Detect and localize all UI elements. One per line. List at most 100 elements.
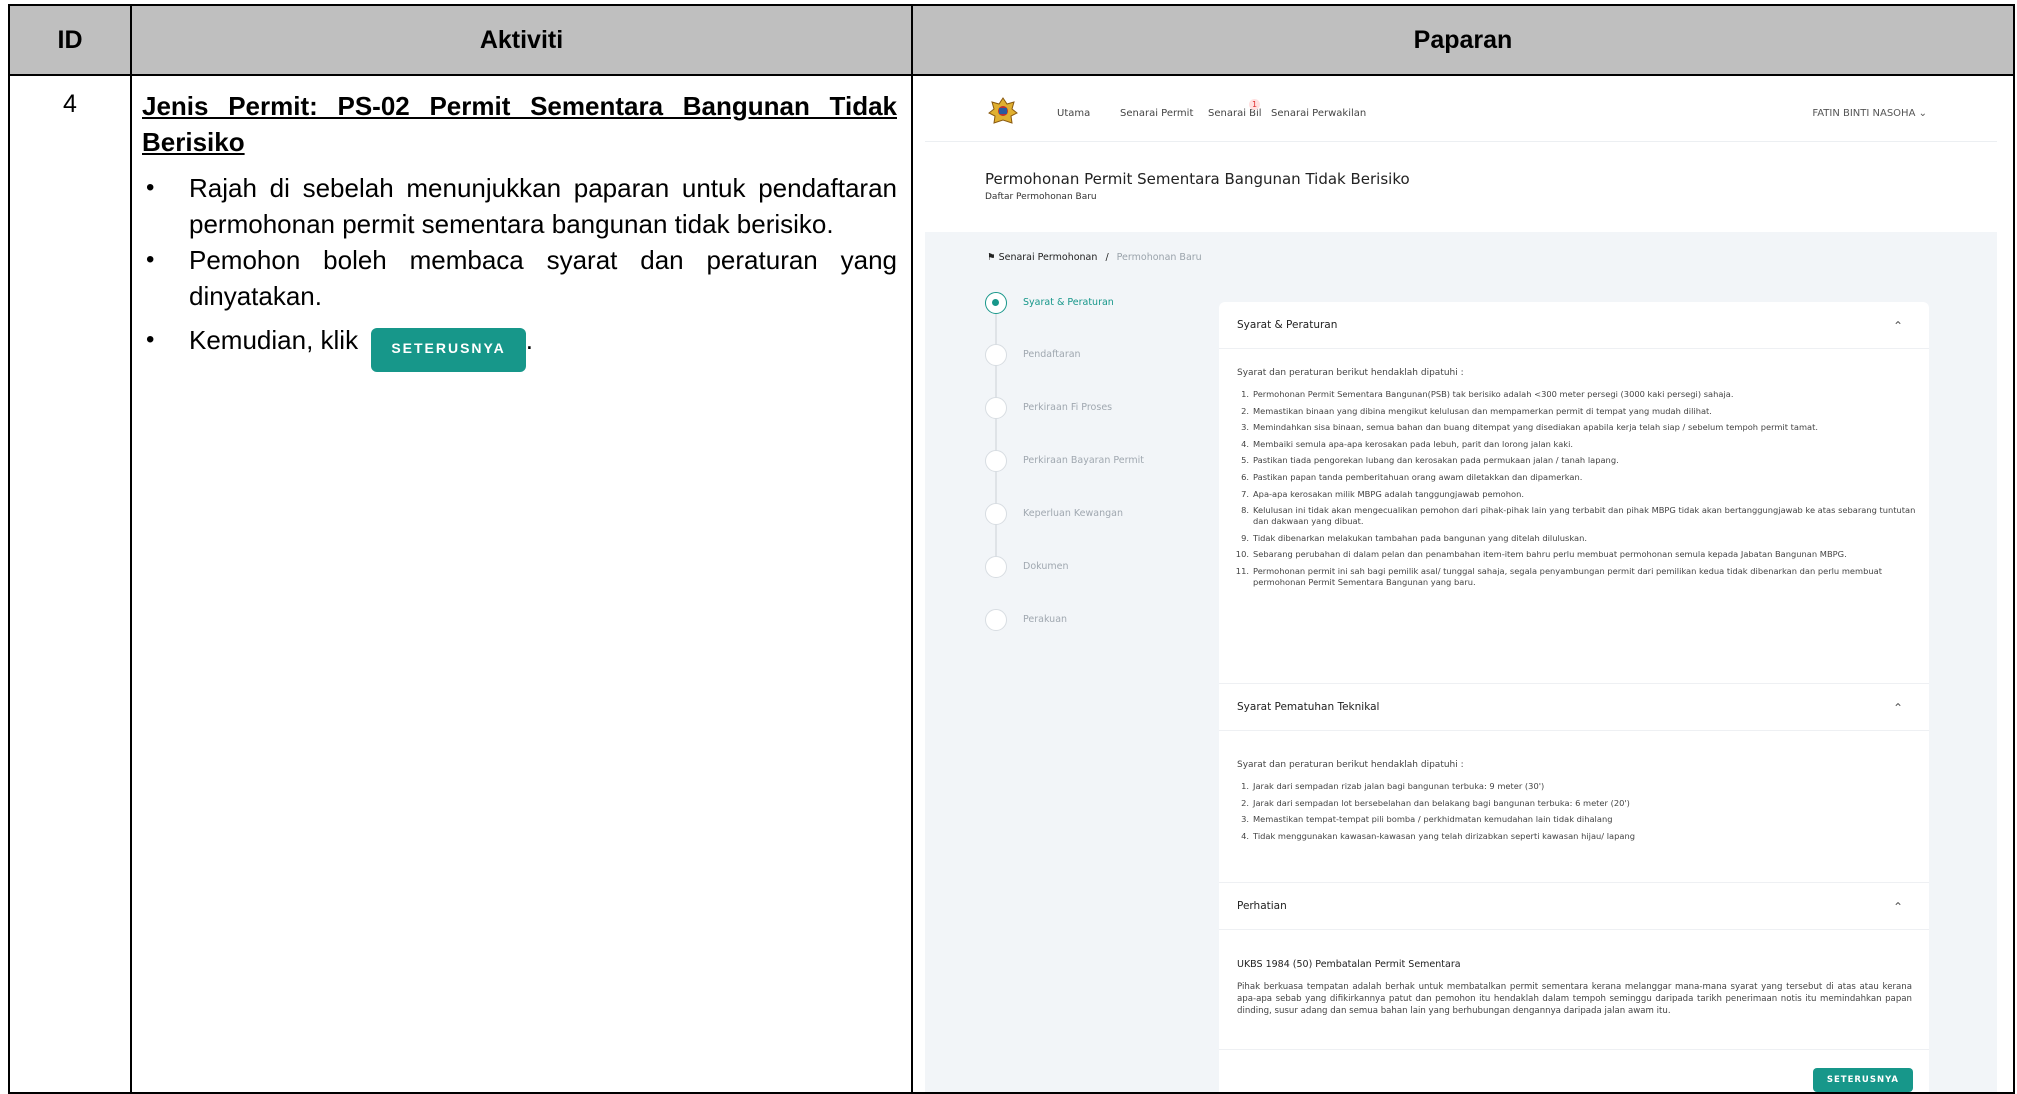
list-number: 3. <box>1241 814 1249 825</box>
list-item: 10. Sebarang perubahan di dalam pelan dan… <box>1236 549 1917 560</box>
header-activity: Aktiviti <box>130 4 913 76</box>
list-text: Tidak dibenarkan melakukan tambahan pada… <box>1253 532 1588 543</box>
activity-cell: Jenis Permit: PS-02 Permit Sementara Ban… <box>130 74 913 1094</box>
step-bayaran-permit[interactable]: Perkiraan Bayaran Permit <box>985 450 1185 476</box>
step-circle <box>985 397 1007 419</box>
header-row: ID Aktiviti Paparan <box>8 4 2015 76</box>
section-header-perhatian[interactable]: Perhatian ⌃ <box>1219 883 1929 930</box>
breadcrumb: ⚑ Senarai Permohonan / Permohonan Baru <box>987 252 1202 263</box>
step-circle <box>985 503 1007 525</box>
perhatian-body: Pihak berkuasa tempatan adalah berhak un… <box>1237 982 1912 1017</box>
list-number: 9. <box>1241 532 1249 543</box>
list-text: Kelulusan ini tidak akan mengecualikan p… <box>1253 505 1916 527</box>
step-pendaftaran[interactable]: Pendaftaran <box>985 344 1185 370</box>
step-keperluan-kewangan[interactable]: Keperluan Kewangan <box>985 503 1185 529</box>
list-item: 11. Permohonan permit ini sah bagi pemili… <box>1236 566 1917 588</box>
chevron-up-icon[interactable]: ⌃ <box>1893 701 1903 715</box>
list-item: 9. Tidak dibenarkan melakukan tambahan pa… <box>1237 533 1917 544</box>
chevron-up-icon[interactable]: ⌃ <box>1893 319 1903 333</box>
step-label: Perkiraan Bayaran Permit <box>1023 455 1145 466</box>
list-number: 7. <box>1241 488 1249 499</box>
activity-list: Rajah di sebelah menunjukkan paparan unt… <box>142 170 897 372</box>
step-dokumen[interactable]: Dokumen <box>985 556 1185 582</box>
list-item: 1. Permohonan Permit Sementara Bangunan(P… <box>1237 389 1917 400</box>
list-number: 2. <box>1241 405 1249 416</box>
list-item: 2. Jarak dari sempadan lot bersebelahan d… <box>1237 798 1917 809</box>
row-id: 4 <box>8 74 132 1094</box>
app-screenshot: Utama Senarai Permit Senarai Bil 1 Senar… <box>925 86 1997 1091</box>
permit-type-title: Jenis Permit: PS-02 Permit Sementara Ban… <box>142 91 897 121</box>
top-navbar: Utama Senarai Permit Senarai Bil 1 Senar… <box>925 86 1997 142</box>
list-text: Sebarang perubahan di dalam pelan dan pe… <box>1253 549 1847 560</box>
nav-senarai-permit[interactable]: Senarai Permit <box>1120 108 1193 119</box>
list-text: Jarak dari sempadan lot bersebelahan dan… <box>1253 797 1630 808</box>
list-text: Pastikan papan tanda pemberitahuan orang… <box>1253 471 1583 482</box>
list-item: 4. Tidak menggunakan kawasan-kawasan yang… <box>1237 831 1917 842</box>
list-item: 7. Apa-apa kerosakan milik MBPG adalah ta… <box>1237 489 1917 500</box>
step-circle <box>985 556 1007 578</box>
notification-badge: 1 <box>1249 99 1260 110</box>
breadcrumb-home[interactable]: Senarai Permohonan <box>999 252 1098 263</box>
user-menu[interactable]: FATIN BINTI NASOHA ⌄ <box>1812 108 1927 119</box>
list-number: 5. <box>1241 455 1249 466</box>
step-label: Keperluan Kewangan <box>1023 508 1123 519</box>
step-label: Pendaftaran <box>1023 349 1081 360</box>
list-item: Kemudian, klik SETERUSNYA. <box>142 322 897 372</box>
page-title: Permohonan Permit Sementara Bangunan Tid… <box>985 170 1410 188</box>
list-item: 8. Kelulusan ini tidak akan mengecualikan… <box>1237 505 1917 527</box>
list-item: Rajah di sebelah menunjukkan paparan unt… <box>142 170 897 242</box>
list-number: 10. <box>1235 549 1249 560</box>
step-syarat[interactable]: Syarat & Peraturan <box>985 292 1185 318</box>
seterusnya-button[interactable]: SETERUSNYA <box>1812 1068 1913 1091</box>
page-subtitle: Daftar Permohonan Baru <box>985 192 1097 202</box>
list-number: 6. <box>1241 471 1249 482</box>
list-item: 2. Memastikan binaan yang dibina mengikut… <box>1237 406 1917 417</box>
step-circle <box>985 344 1007 366</box>
nav-senarai-perwakilan[interactable]: Senarai Perwakilan <box>1271 108 1366 119</box>
section-title: Syarat & Peraturan <box>1237 319 1338 331</box>
table-row: 4 Jenis Permit: PS-02 Permit Sementara B… <box>8 74 2015 1094</box>
page-header: Permohonan Permit Sementara Bangunan Tid… <box>925 142 1997 232</box>
bullet-suffix: . <box>525 325 533 355</box>
list-number: 3. <box>1241 422 1249 433</box>
breadcrumb-current: Permohonan Baru <box>1116 252 1202 263</box>
list-item: 3. Memindahkan sisa binaan, semua bahan d… <box>1237 422 1917 433</box>
list-item: 4. Membaiki semula apa-apa kerosakan pada… <box>1237 439 1917 450</box>
bullet-text: Pemohon boleh membaca syarat dan peratur… <box>189 245 897 311</box>
home-icon: ⚑ <box>987 252 996 263</box>
list-number: 1. <box>1241 781 1249 791</box>
list-item: 3. Memastikan tempat-tempat pili bomba / … <box>1237 814 1917 825</box>
step-label: Perkiraan Fi Proses <box>1023 402 1113 413</box>
list-text: Memastikan tempat-tempat pili bomba / pe… <box>1253 814 1613 825</box>
syarat-list: 1. Permohonan Permit Sementara Bangunan(P… <box>1236 389 1917 594</box>
step-fi-proses[interactable]: Perkiraan Fi Proses <box>985 397 1185 423</box>
list-item: 5. Pastikan tiada pengorekan lubang dan k… <box>1237 455 1917 466</box>
document-table: ID Aktiviti Paparan 4 Jenis Permit: PS-0… <box>8 4 2015 1094</box>
list-text: Permohonan Permit Sementara Bangunan(PSB… <box>1253 389 1734 399</box>
chevron-down-icon: ⌄ <box>1918 108 1927 119</box>
chevron-up-icon[interactable]: ⌃ <box>1893 900 1903 914</box>
perhatian-subheading: UKBS 1984 (50) Pembatalan Permit Sementa… <box>1237 959 1461 970</box>
list-item: 1. Jarak dari sempadan rizab jalan bagi b… <box>1237 781 1917 792</box>
logo-icon <box>988 97 1018 124</box>
list-text: Membaiki semula apa-apa kerosakan pada l… <box>1253 438 1574 449</box>
list-number: 4. <box>1241 830 1249 841</box>
list-number: 8. <box>1241 505 1249 516</box>
teknikal-list: 1. Jarak dari sempadan rizab jalan bagi b… <box>1237 781 1917 847</box>
list-text: Tidak menggunakan kawasan-kawasan yang t… <box>1253 830 1635 841</box>
step-label: Dokumen <box>1023 561 1069 572</box>
step-circle <box>985 292 1007 314</box>
section-title: Syarat Pematuhan Teknikal <box>1237 701 1380 713</box>
section-header-syarat[interactable]: Syarat & Peraturan ⌃ <box>1219 302 1929 349</box>
list-number: 11. <box>1235 565 1249 576</box>
list-item: 6. Pastikan papan tanda pemberitahuan ora… <box>1237 472 1917 483</box>
step-perakuan[interactable]: Perakuan <box>985 609 1185 635</box>
step-label: Syarat & Peraturan <box>1023 297 1114 308</box>
seterusnya-button-image: SETERUSNYA <box>371 328 526 372</box>
section-header-teknikal[interactable]: Syarat Pematuhan Teknikal ⌃ <box>1219 684 1929 731</box>
list-item: Pemohon boleh membaca syarat dan peratur… <box>142 242 897 314</box>
content-card: Syarat & Peraturan ⌃ Syarat dan peratura… <box>1219 302 1929 1091</box>
list-number: 4. <box>1241 438 1249 449</box>
nav-utama[interactable]: Utama <box>1057 108 1090 119</box>
step-circle <box>985 450 1007 472</box>
